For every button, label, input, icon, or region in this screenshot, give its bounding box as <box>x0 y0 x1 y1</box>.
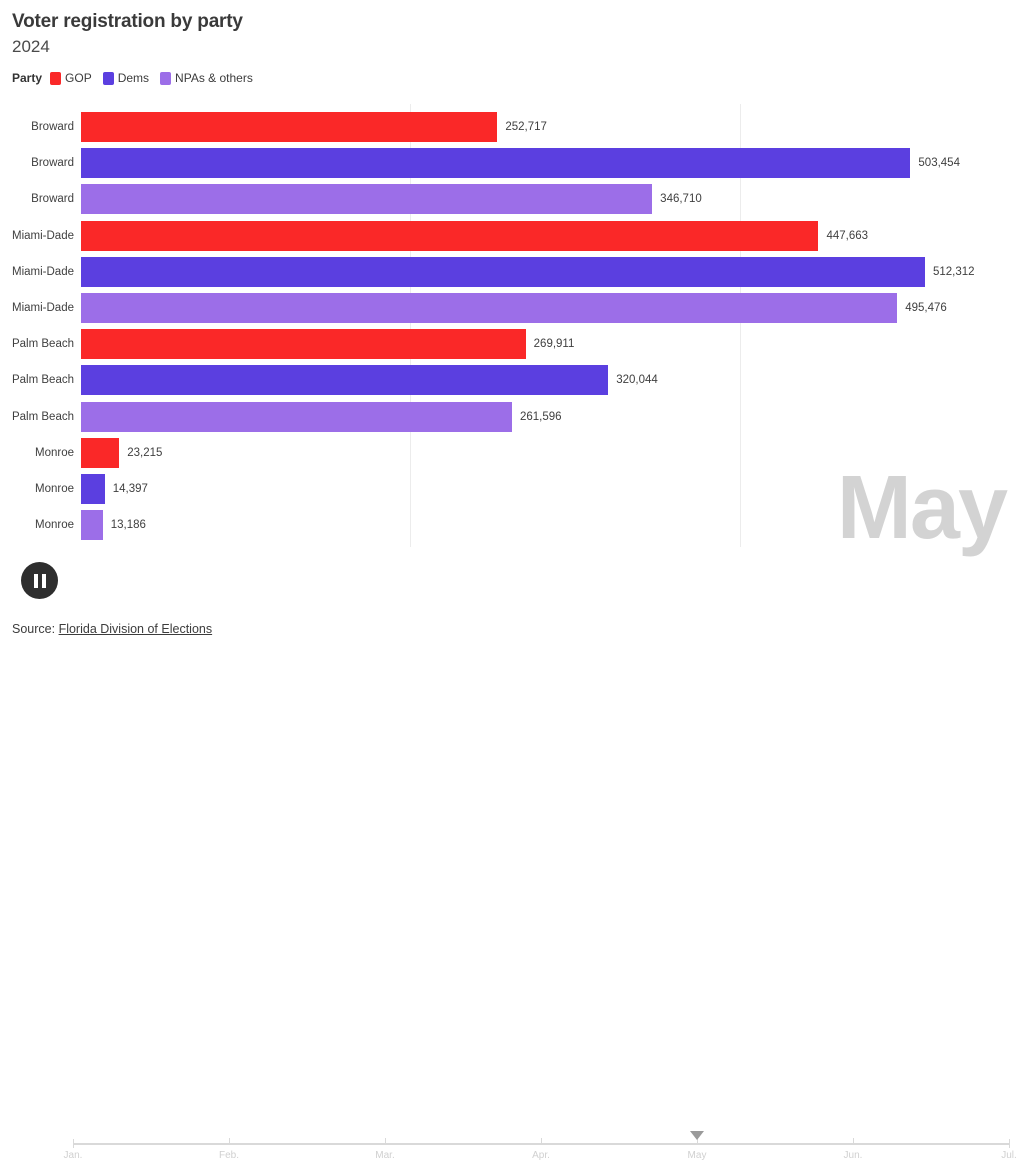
bar[interactable] <box>81 112 498 142</box>
timeline-tick <box>229 1138 230 1143</box>
page-title: Voter registration by party <box>12 11 243 32</box>
bar-value-label: 13,186 <box>110 519 146 532</box>
legend: Party GOP Dems NPAs & others <box>12 71 1020 85</box>
legend-swatch-icon <box>50 71 62 85</box>
bar[interactable] <box>81 329 526 360</box>
bar-category-label: Monroe <box>35 483 74 495</box>
timeline-tick-label: Apr. <box>532 1150 550 1161</box>
timeline-tick <box>541 1138 542 1143</box>
bar-value-label: 269,911 <box>533 338 575 351</box>
source-note: Source: Florida Division of Elections <box>12 622 212 636</box>
legend-item-npas-others[interactable]: NPAs & others <box>160 71 253 85</box>
bar[interactable] <box>81 293 898 323</box>
bar-value-label: 261,596 <box>519 410 562 423</box>
bar-value-label: 503,454 <box>918 157 960 170</box>
bar-category-label: Monroe <box>35 446 74 459</box>
bar-value-label: 495,476 <box>905 302 947 314</box>
bar-category-label: Broward <box>31 121 74 133</box>
timeline-tick <box>853 1138 854 1143</box>
legend-item-label: Dems <box>117 71 150 85</box>
bar-row[interactable]: Monroe 23,215 <box>0 437 1020 468</box>
bar[interactable] <box>81 220 819 251</box>
bar-category-label: Miami-Dade <box>12 302 74 314</box>
timeline-tick <box>385 1138 386 1143</box>
bar[interactable] <box>81 474 105 504</box>
bar-row[interactable]: Palm Beach 320,044 <box>0 365 1020 396</box>
bar-category-label: Palm Beach <box>11 338 74 351</box>
bar-category-label: Miami-Dade <box>12 229 74 242</box>
chart-plot-area: May Broward 252,717 Broward 503,454 Broward 3… <box>0 104 1020 554</box>
bar-category-label: Broward <box>31 157 74 170</box>
bar-row[interactable]: Monroe 13,186 <box>0 510 1020 541</box>
timeline-axis[interactable]: Jan. Feb. Mar. Apr. May Jun. Jul. <box>64 1131 1017 1161</box>
bar[interactable] <box>81 184 653 215</box>
bar-row[interactable]: Broward 346,710 <box>0 184 1020 215</box>
bar-value-label: 447,663 <box>826 229 869 242</box>
source-link[interactable]: Florida Division of Elections <box>59 622 213 636</box>
bar-row[interactable]: Palm Beach 269,911 <box>0 329 1020 360</box>
bar-value-label: 23,215 <box>127 446 163 459</box>
timeline-tick-label: Feb. <box>218 1150 240 1161</box>
timeline-tick-label: Jan. <box>63 1150 83 1161</box>
bar-row[interactable]: Broward 503,454 <box>0 148 1020 179</box>
bar-category-label: Palm Beach <box>11 374 74 387</box>
bar[interactable] <box>81 510 103 541</box>
timeline-tick-label: Mar. <box>375 1150 395 1161</box>
timeline-tick-label: Jun. <box>843 1150 863 1161</box>
bar-category-label: Palm Beach <box>11 410 74 423</box>
bar[interactable] <box>81 256 925 287</box>
legend-item-label: NPAs & others <box>175 71 253 85</box>
timeline-tick-label: May <box>687 1150 707 1161</box>
chart-header: Voter registration by party 2024 Party G… <box>0 0 1020 85</box>
bar-category-label: Broward <box>31 193 74 206</box>
bar-row[interactable]: Palm Beach 261,596 <box>0 401 1020 432</box>
bar[interactable] <box>81 365 609 396</box>
legend-item-label: GOP <box>65 71 92 85</box>
bar[interactable] <box>81 437 120 468</box>
bar-value-label: 320,044 <box>616 374 658 387</box>
bar[interactable] <box>81 401 512 432</box>
bar-row[interactable]: Miami-Dade 495,476 <box>0 293 1020 323</box>
bar-value-label: 14,397 <box>112 483 148 495</box>
bar[interactable] <box>81 148 911 179</box>
chart-subtitle: 2024 <box>12 37 50 56</box>
bar-category-label: Miami-Dade <box>12 265 74 278</box>
timeline-control[interactable]: Jan. Feb. Mar. Apr. May Jun. Jul. <box>0 556 1020 1161</box>
bar-row[interactable]: Monroe 14,397 <box>0 474 1020 504</box>
timeline-tick <box>73 1139 74 1148</box>
legend-item-list: GOP Dems NPAs & others <box>50 71 264 85</box>
legend-item-gop[interactable]: GOP <box>50 71 92 85</box>
bar-value-label: 346,710 <box>660 193 702 206</box>
legend-item-dems[interactable]: Dems <box>102 71 150 85</box>
legend-swatch-icon <box>160 71 172 85</box>
bar-value-label: 252,717 <box>505 121 547 133</box>
source-prefix: Source: <box>12 622 59 636</box>
timeline-tick-label: Jul. <box>1001 1150 1017 1161</box>
bar-row[interactable]: Miami-Dade 447,663 <box>0 220 1020 251</box>
bar-category-label: Monroe <box>35 519 74 532</box>
timeline-tick <box>1009 1139 1010 1148</box>
bar-row[interactable]: Miami-Dade 512,312 <box>0 256 1020 287</box>
legend-title: Party <box>12 71 43 85</box>
legend-swatch-icon <box>102 71 114 85</box>
timeline-handle[interactable] <box>690 1131 704 1140</box>
bar-row[interactable]: Broward 252,717 <box>0 112 1020 142</box>
bar-value-label: 512,312 <box>933 265 975 278</box>
